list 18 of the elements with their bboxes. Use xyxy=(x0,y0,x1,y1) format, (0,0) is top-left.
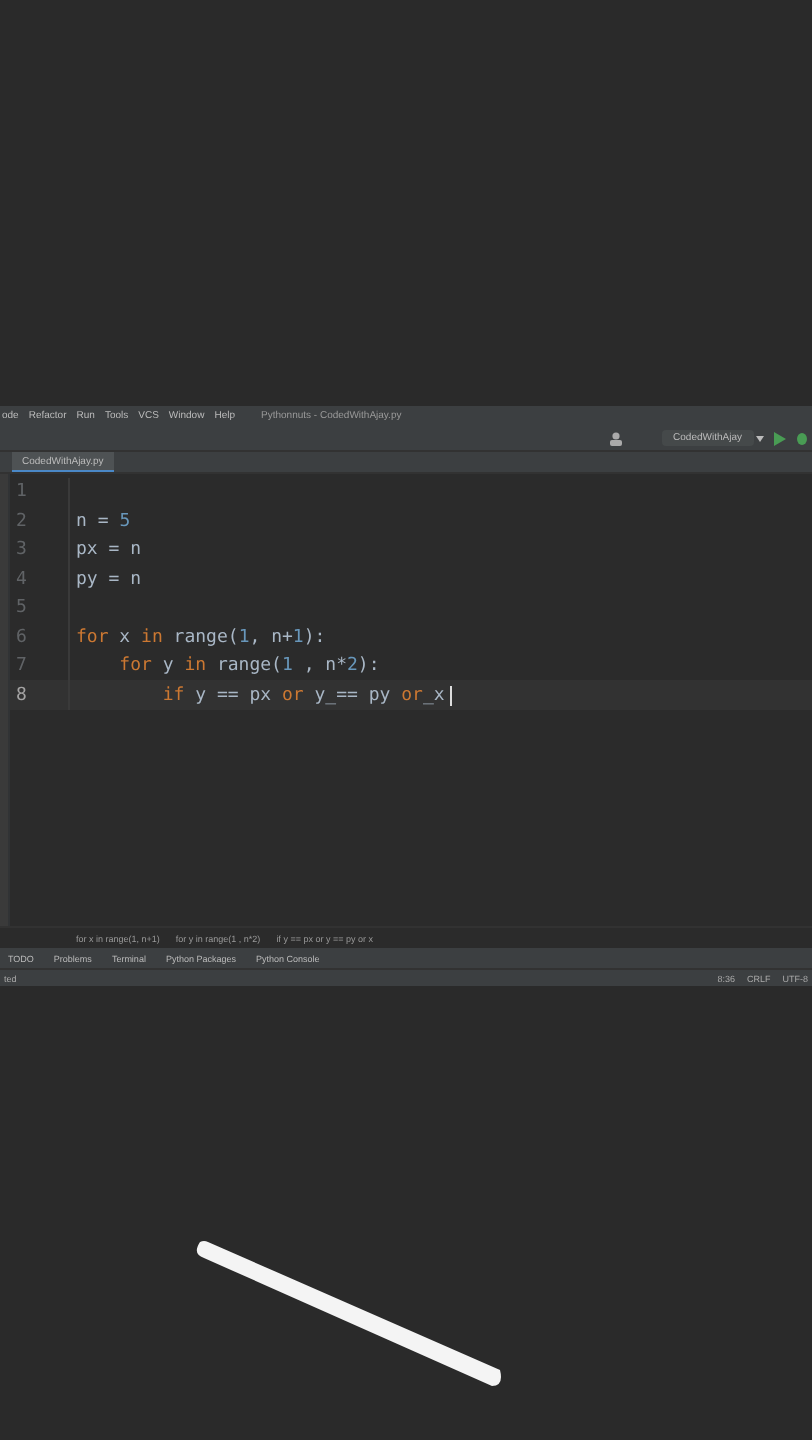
line-number: 5 xyxy=(10,593,70,623)
code-line: px = n xyxy=(76,540,142,561)
line-number: 3 xyxy=(10,535,70,565)
code-line: n = 5 xyxy=(76,511,131,532)
debug-icon[interactable] xyxy=(796,431,808,446)
line-number: 8 xyxy=(10,680,70,710)
code-line: if y == px or y_== py or_x xyxy=(162,685,445,706)
line-number: 2 xyxy=(10,506,70,536)
line-number: 6 xyxy=(10,622,70,652)
code-line: py = n xyxy=(76,569,142,590)
run-icon[interactable] xyxy=(774,431,786,446)
code-line: for y in range(1 , n*2): xyxy=(119,656,380,677)
text-caret xyxy=(450,685,453,706)
line-number: 1 xyxy=(10,477,70,507)
user-icon[interactable] xyxy=(607,431,624,446)
line-number: 4 xyxy=(10,564,70,594)
dropdown-arrow-icon[interactable] xyxy=(756,435,764,442)
code-line: for x in range(1, n+1): xyxy=(76,627,326,648)
